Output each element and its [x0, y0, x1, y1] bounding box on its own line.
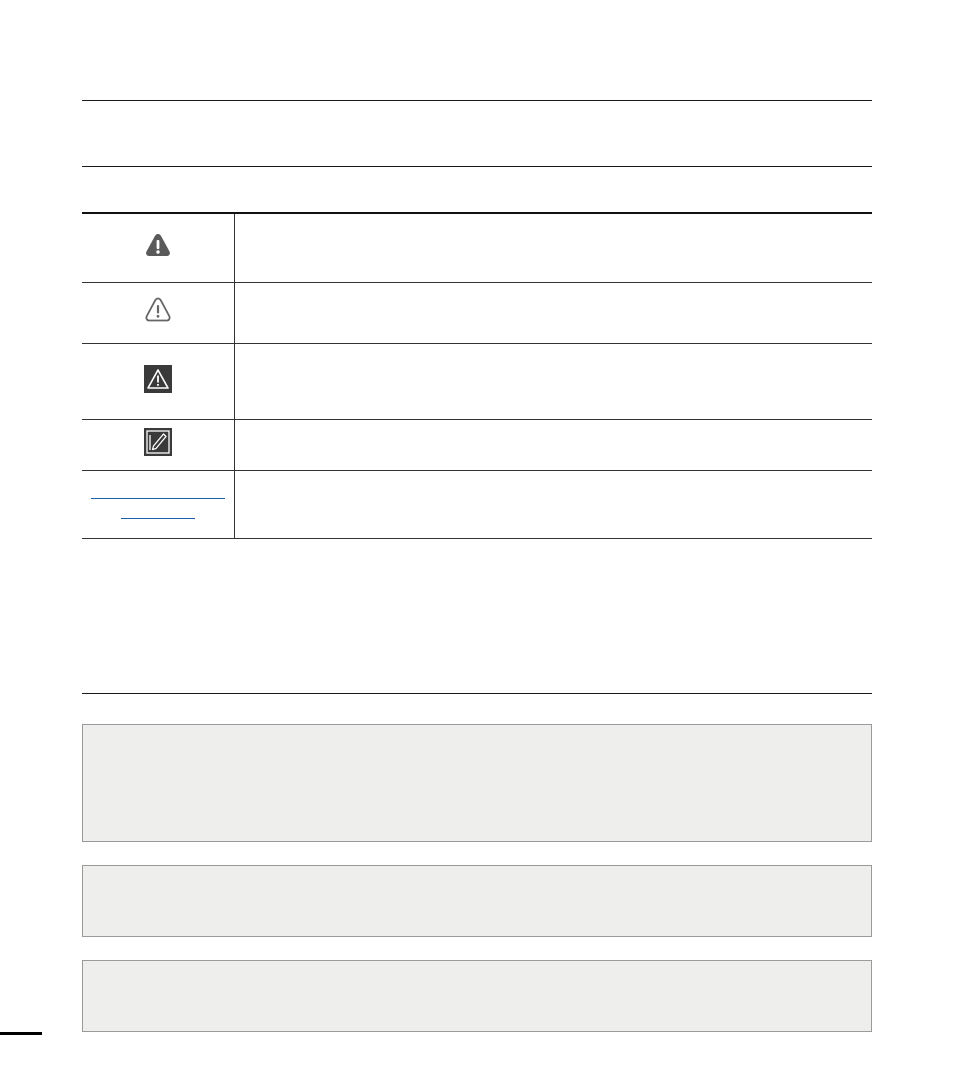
section-header-band	[82, 100, 872, 167]
table-row	[82, 213, 872, 283]
note-box	[82, 960, 872, 1032]
caution-outline-icon	[144, 296, 172, 324]
table-row	[82, 470, 872, 539]
table-row	[82, 419, 872, 471]
caution-triangle-icon	[144, 364, 172, 393]
note-pen-icon	[144, 428, 172, 456]
description-cell	[234, 419, 872, 471]
note-box	[82, 865, 872, 937]
table-row	[82, 282, 872, 344]
link-underline-short	[121, 518, 195, 519]
warning-filled-icon	[144, 232, 172, 258]
icon-cell	[82, 343, 235, 420]
description-cell	[234, 282, 872, 344]
description-cell	[234, 470, 872, 539]
icon-cell	[82, 213, 235, 283]
section-divider	[82, 693, 872, 694]
note-box	[82, 724, 872, 842]
icon-cell	[82, 419, 235, 471]
page-number-bar	[0, 1032, 42, 1035]
icon-cell	[82, 282, 235, 344]
link-reference-sample[interactable]	[91, 484, 225, 519]
description-cell	[234, 343, 872, 420]
table-row	[82, 343, 872, 420]
icon-legend-table	[82, 212, 872, 539]
icon-cell	[82, 470, 235, 539]
description-cell	[234, 213, 872, 283]
